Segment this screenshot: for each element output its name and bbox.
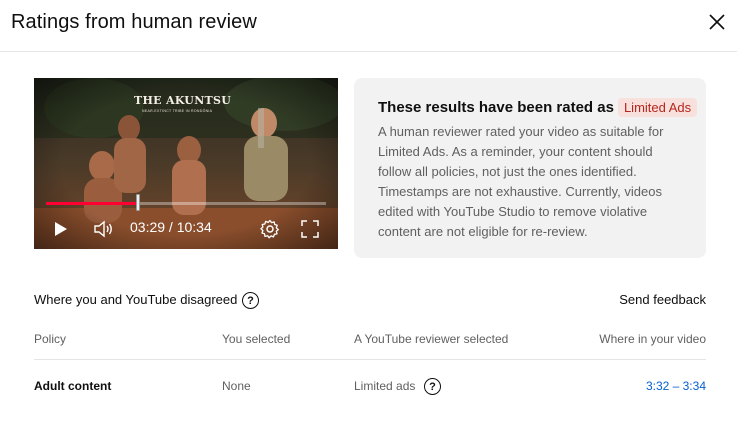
settings-gear-icon[interactable] [258,217,282,241]
play-icon[interactable] [50,217,72,241]
current-time: 03:29 [130,219,166,235]
you-selected-cell: None [222,379,251,393]
column-header-reviewer-selected: A YouTube reviewer selected [354,332,509,346]
column-header-you-selected: You selected [222,332,291,346]
video-progress-bar[interactable] [46,194,326,211]
rating-explanation: A human reviewer rated your video as sui… [378,124,664,239]
help-icon[interactable]: ? [242,292,259,309]
progress-played [46,202,139,205]
limited-ads-badge: Limited Ads [617,98,698,117]
reviewer-selected-cell: Limited ads [354,379,416,393]
video-time: 03:29 / 10:34 [130,219,212,235]
time-separator: / [165,219,177,235]
column-header-where-in-video: Where in your video [599,332,706,346]
rating-heading: These results have been rated as Limited… [378,98,698,117]
volume-icon[interactable] [92,217,116,241]
disagreement-label: Where you and YouTube disagreed [34,292,238,307]
progress-scrubber-handle[interactable] [136,194,141,211]
dialog-header: Ratings from human review [0,0,737,52]
table-divider [34,359,706,360]
video-overlay-subtitle: NEAR-EXTINCT TRIBE IN RONDÔNIA [142,109,213,113]
policy-cell: Adult content [34,379,112,393]
close-icon[interactable] [706,11,728,33]
column-header-policy: Policy [34,332,67,346]
video-player[interactable]: THE AKUNTSU NEAR-EXTINCT TRIBE IN RONDÔN… [34,78,338,249]
help-icon[interactable]: ? [424,378,441,395]
duration: 10:34 [176,219,212,235]
rating-heading-text: These results have been rated as [378,99,614,116]
send-feedback-button[interactable]: Send feedback [619,292,706,307]
video-overlay-title: THE AKUNTSU [134,94,232,107]
rating-result-card: These results have been rated as Limited… [354,78,706,258]
timestamp-link[interactable]: 3:32 – 3:34 [646,379,706,393]
dialog-title: Ratings from human review [11,11,257,33]
fullscreen-icon[interactable] [298,217,322,241]
